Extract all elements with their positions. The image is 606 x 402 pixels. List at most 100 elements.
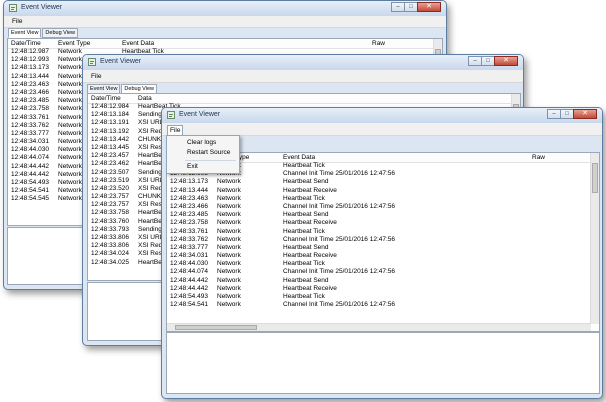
table-row[interactable]: 12:48:44.442 Network Heartbeat Receive: [167, 285, 591, 293]
vertical-scrollbar[interactable]: [590, 153, 599, 324]
cell-datetime: 12:48:33.761: [11, 113, 49, 121]
menu-file[interactable]: File: [89, 73, 103, 80]
cell-datetime: 12:48:44.030: [11, 146, 49, 154]
cell-datetime: 12:48:12.987: [11, 48, 49, 55]
window-title: Event Viewer: [21, 4, 63, 11]
column-header-event-data[interactable]: Event Data: [283, 154, 315, 161]
column-header-event-type[interactable]: Event Type: [58, 40, 90, 47]
table-row[interactable]: 12:48:23.466 Network Channel Init Time 25/…: [167, 203, 591, 211]
app-icon: [167, 111, 175, 119]
cell-event-type: Network: [58, 64, 82, 72]
cell-event-type: Network: [58, 154, 82, 162]
cell-event-data: Heartbeat Tick: [283, 162, 325, 169]
table-row[interactable]: 12:48:54.493 Network Heartbeat Tick: [167, 293, 591, 301]
cell-event-data: Heartbeat Tick: [283, 227, 325, 235]
cell-datetime: 12:48:23.485: [170, 211, 208, 219]
cell-datetime: 12:48:44.442: [11, 162, 49, 170]
minimize-button[interactable]: –: [391, 2, 405, 12]
menu-item-exit[interactable]: Exit: [187, 163, 198, 170]
cell-event-data: Channel Init Time 25/01/2016 12:47:56: [283, 235, 396, 243]
maximize-button[interactable]: □: [481, 56, 495, 66]
table-row[interactable]: 12:48:34.031 Network Heartbeat Receive: [167, 252, 591, 260]
cell-event-type: Network: [217, 284, 241, 292]
cell-datetime: 12:48:12.984: [91, 103, 129, 110]
menu-item-restart-source[interactable]: Restart Source: [187, 149, 230, 156]
cell-event-type: Network: [217, 227, 241, 235]
cell-event-type: Network: [217, 202, 241, 210]
column-header-datetime[interactable]: Date/Time: [91, 95, 121, 102]
cell-event-type: Network: [58, 179, 82, 186]
column-header-data[interactable]: Data: [138, 95, 152, 102]
window-title: Event Viewer: [100, 58, 142, 65]
column-header-event-data[interactable]: Event Data: [122, 40, 154, 47]
menu-separator: [185, 160, 236, 161]
title-bar[interactable]: Event Viewer – □ ✕: [83, 55, 523, 70]
maximize-button[interactable]: □: [560, 109, 574, 119]
table-row[interactable]: 12:48:44.442 Network Heartbeat Send: [167, 277, 591, 285]
cell-datetime: 12:48:33.762: [11, 121, 49, 129]
cell-datetime: 12:48:33.762: [170, 235, 208, 243]
title-bar[interactable]: Event Viewer – □ ✕: [4, 1, 446, 16]
cell-event-type: Network: [58, 72, 82, 80]
cell-datetime: 12:48:54.541: [170, 301, 208, 309]
cell-datetime: 12:48:54.493: [170, 293, 208, 300]
event-list: Date/Time Event Type Event Data Raw 12:4…: [166, 152, 600, 332]
cell-event-type: Network: [217, 186, 241, 194]
table-row[interactable]: 12:48:13.444 Network Heartbeat Receive: [167, 187, 591, 195]
column-header-raw[interactable]: Raw: [372, 40, 385, 47]
minimize-button[interactable]: –: [468, 56, 482, 66]
menu-item-clear-logs[interactable]: Clear logs: [187, 139, 216, 146]
table-row[interactable]: 12:48:23.485 Network Heartbeat Send: [167, 211, 591, 219]
cell-datetime: 12:48:44.030: [170, 260, 208, 268]
cell-datetime: 12:48:23.519: [91, 176, 129, 184]
column-header-raw[interactable]: Raw: [532, 154, 545, 161]
cell-datetime: 12:48:13.173: [11, 64, 49, 72]
cell-datetime: 12:48:34.025: [91, 258, 129, 266]
cell-datetime: 12:48:23.457: [91, 152, 129, 160]
menu-file[interactable]: File: [167, 125, 184, 135]
menu-bar: File: [4, 16, 446, 28]
scroll-thumb[interactable]: [175, 325, 257, 330]
cell-datetime: 12:48:54.493: [11, 179, 49, 186]
title-bar[interactable]: Event Viewer – □ ✕: [162, 108, 602, 123]
cell-datetime: 12:48:23.462: [91, 160, 129, 168]
table-row[interactable]: 12:48:44.030 Network Heartbeat Tick: [167, 260, 591, 268]
table-row[interactable]: 12:48:44.074 Network Channel Init Time 25/…: [167, 268, 591, 276]
menu-bar: File: [83, 70, 523, 83]
table-row[interactable]: 12:48:13.173 Network Heartbeat Send: [167, 178, 591, 186]
cell-datetime: 12:48:23.466: [170, 202, 208, 210]
cell-event-type: Network: [58, 187, 82, 195]
horizontal-scrollbar[interactable]: [167, 323, 591, 331]
cell-datetime: 12:48:34.031: [170, 252, 208, 260]
cell-event-data: Heartbeat Tick: [283, 260, 325, 268]
cell-datetime: 12:48:13.444: [170, 186, 208, 194]
cell-event-data: Heartbeat Receive: [283, 284, 337, 292]
minimize-button[interactable]: –: [547, 109, 561, 119]
tab-debug-view[interactable]: Debug View: [42, 28, 78, 38]
tab-event-view[interactable]: Event View: [8, 28, 42, 38]
column-header-datetime[interactable]: Date/Time: [11, 40, 41, 47]
cell-datetime: 12:48:23.463: [11, 80, 49, 88]
cell-datetime: 12:48:13.192: [91, 127, 129, 135]
menu-file[interactable]: File: [10, 18, 24, 25]
tab-strip: Event View Debug View: [8, 28, 79, 38]
cell-event-data: Channel Init Time 25/01/2016 12:47:56: [283, 268, 396, 276]
close-button[interactable]: ✕: [417, 2, 441, 12]
maximize-button[interactable]: □: [404, 2, 418, 12]
table-row[interactable]: 12:48:33.762 Network Channel Init Time 25/…: [167, 236, 591, 244]
table-row[interactable]: 12:48:33.761 Network Heartbeat Tick: [167, 228, 591, 236]
close-button[interactable]: ✕: [494, 56, 518, 66]
cell-event-type: Network: [58, 80, 82, 88]
table-row[interactable]: 12:48:54.541 Network Channel Init Time 25/…: [167, 301, 591, 309]
close-button[interactable]: ✕: [573, 109, 597, 119]
scroll-thumb[interactable]: [592, 163, 598, 193]
cell-datetime: 12:48:44.074: [170, 268, 208, 276]
cell-datetime: 12:48:33.806: [91, 242, 129, 250]
table-row[interactable]: 12:48:23.463 Network Heartbeat Tick: [167, 195, 591, 203]
cell-datetime: 12:48:44.074: [11, 154, 49, 162]
table-row[interactable]: 12:48:33.777 Network Heartbeat Send: [167, 244, 591, 252]
cell-event-type: Network: [217, 194, 241, 202]
table-row[interactable]: 12:48:23.758 Network Heartbeat Receive: [167, 219, 591, 227]
cell-event-type: Network: [217, 178, 241, 186]
app-icon: [88, 58, 96, 66]
